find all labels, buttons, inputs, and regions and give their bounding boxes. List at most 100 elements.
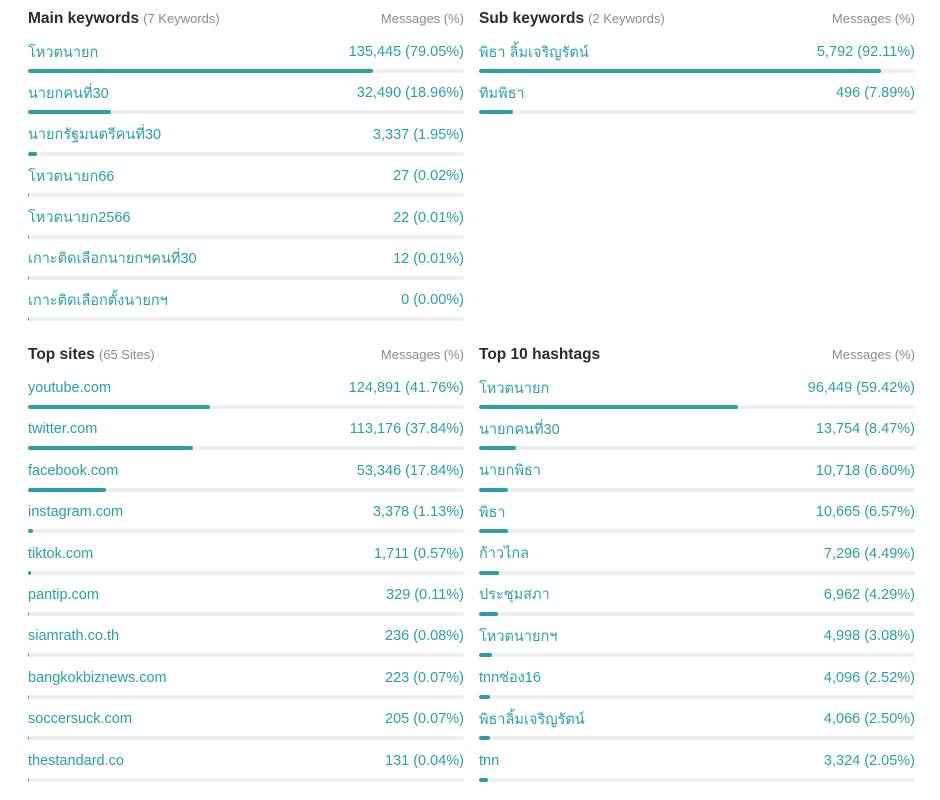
list-item[interactable]: พิธา ลิ้มเจริญรัตน์ 5,792 (92.11%): [479, 34, 915, 75]
hashtag-list: โหวตนายก 96,449 (59.42%) นายกคนที่30 13,754…: [479, 370, 915, 784]
progress-bar-track: [28, 487, 464, 492]
progress-bar-fill: [28, 405, 211, 409]
progress-bar-fill: [28, 317, 29, 322]
panel-count: (65 Sites): [98, 347, 155, 362]
item-value: 22 (0.01%): [393, 209, 464, 226]
list-item-header: นายกรัฐมนตรีคนที่30 3,337 (1.95%): [28, 117, 464, 149]
progress-bar-track: [28, 234, 464, 239]
list-item-header: โหวตนายกฯ 4,998 (3.08%): [479, 618, 915, 650]
panel-title: Top sites: [28, 346, 95, 363]
list-item[interactable]: instagram.com 3,378 (1.13%): [28, 494, 464, 535]
item-label-link[interactable]: พิธา ลิ้มเจริญรัตน์: [479, 41, 589, 64]
item-label-link[interactable]: โหวตนายก66: [28, 165, 114, 188]
item-label-link[interactable]: thestandard.co: [28, 753, 124, 769]
item-label-link[interactable]: พิธาลิ้มเจริญรัตน์: [479, 708, 585, 731]
item-value: 223 (0.07%): [385, 669, 464, 686]
item-label-link[interactable]: นายกรัฐมนตรีคนที่30: [28, 123, 161, 146]
item-label-link[interactable]: youtube.com: [28, 380, 111, 396]
list-item[interactable]: โหวตนายก 135,445 (79.05%): [28, 34, 464, 75]
list-item[interactable]: tnn 3,324 (2.05%): [479, 743, 915, 784]
item-label-link[interactable]: ก้าวไกล: [479, 542, 529, 565]
list-item[interactable]: นายกพิธา 10,718 (6.60%): [479, 453, 915, 494]
item-label-link[interactable]: ประชุมสภา: [479, 583, 550, 606]
list-item-header: soccersuck.com 205 (0.07%): [28, 701, 464, 733]
list-item[interactable]: facebook.com 53,346 (17.84%): [28, 453, 464, 494]
list-item[interactable]: เกาะติดเลือกตั้งนายกฯ 0 (0.00%): [28, 282, 464, 323]
progress-bar-fill: [28, 653, 29, 658]
progress-bar-track: [28, 736, 464, 741]
list-item-header: นายกคนที่30 32,490 (18.96%): [28, 75, 464, 107]
list-item[interactable]: พิธา 10,665 (6.57%): [479, 494, 915, 535]
list-item-header: siamrath.co.th 236 (0.08%): [28, 618, 464, 650]
list-item[interactable]: tiktok.com 1,711 (0.57%): [28, 536, 464, 577]
list-item[interactable]: เกาะติดเลือกนายกฯคนที่30 12 (0.01%): [28, 241, 464, 282]
progress-bar-fill: [28, 193, 29, 198]
list-item-header: tnn 3,324 (2.05%): [479, 743, 915, 775]
item-label-link[interactable]: โหวตนายก: [28, 41, 98, 64]
item-label-link[interactable]: นายกคนที่30: [28, 82, 109, 105]
list-item[interactable]: bangkokbiznews.com 223 (0.07%): [28, 660, 464, 701]
item-label-link[interactable]: tnn: [479, 753, 499, 769]
list-item[interactable]: โหวตนายก2566 22 (0.01%): [28, 200, 464, 241]
progress-bar-track: [479, 611, 915, 616]
list-item[interactable]: ประชุมสภา 6,962 (4.29%): [479, 577, 915, 618]
item-label-link[interactable]: bangkokbiznews.com: [28, 670, 167, 686]
item-label-link[interactable]: โหวตนายก: [479, 377, 549, 400]
list-item[interactable]: thestandard.co 131 (0.04%): [28, 743, 464, 784]
panel-heading: Top 10 hashtags: [479, 346, 604, 364]
list-item[interactable]: ทิมพิธา 496 (7.89%): [479, 75, 915, 116]
progress-bar-fill: [28, 446, 193, 451]
list-item[interactable]: twitter.com 113,176 (37.84%): [28, 411, 464, 452]
list-item[interactable]: tnnช่อง16 4,096 (2.52%): [479, 660, 915, 701]
item-value: 4,998 (3.08%): [823, 628, 915, 645]
item-value: 32,490 (18.96%): [356, 85, 464, 102]
item-value: 13,754 (8.47%): [815, 421, 915, 438]
list-item[interactable]: โหวตนายกฯ 4,998 (3.08%): [479, 618, 915, 659]
list-item[interactable]: pantip.com 329 (0.11%): [28, 577, 464, 618]
progress-bar-track: [28, 110, 464, 115]
list-item[interactable]: โหวตนายก66 27 (0.02%): [28, 158, 464, 199]
list-item[interactable]: youtube.com 124,891 (41.76%): [28, 370, 464, 411]
progress-bar-track: [28, 193, 464, 198]
item-label-link[interactable]: โหวตนายก2566: [28, 206, 131, 229]
list-item[interactable]: พิธาลิ้มเจริญรัตน์ 4,066 (2.50%): [479, 701, 915, 742]
list-item-header: thestandard.co 131 (0.04%): [28, 743, 464, 775]
list-item[interactable]: โหวตนายก 96,449 (59.42%): [479, 370, 915, 411]
item-label-link[interactable]: tiktok.com: [28, 546, 93, 562]
list-item[interactable]: นายกรัฐมนตรีคนที่30 3,337 (1.95%): [28, 117, 464, 158]
list-item-header: youtube.com 124,891 (41.76%): [28, 370, 464, 402]
item-value: 7,296 (4.49%): [823, 545, 915, 562]
item-label-link[interactable]: นายกคนที่30: [479, 418, 560, 441]
item-label-link[interactable]: โหวตนายกฯ: [479, 625, 557, 648]
list-item-header: โหวตนายก66 27 (0.02%): [28, 158, 464, 190]
list-item-header: นายกพิธา 10,718 (6.60%): [479, 453, 915, 485]
list-item[interactable]: นายกคนที่30 13,754 (8.47%): [479, 411, 915, 452]
item-label-link[interactable]: tnnช่อง16: [479, 666, 541, 689]
item-label-link[interactable]: ทิมพิธา: [479, 82, 525, 105]
progress-bar-fill: [479, 777, 488, 782]
item-label-link[interactable]: siamrath.co.th: [28, 628, 119, 644]
item-label-link[interactable]: เกาะติดเลือกตั้งนายกฯ: [28, 289, 168, 312]
list-item[interactable]: ก้าวไกล 7,296 (4.49%): [479, 536, 915, 577]
panel-heading: Main keywords (7 Keywords): [28, 10, 220, 28]
list-item[interactable]: นายกคนที่30 32,490 (18.96%): [28, 75, 464, 116]
item-value: 205 (0.07%): [385, 711, 464, 728]
progress-bar-fill: [479, 529, 508, 534]
item-value: 496 (7.89%): [836, 85, 915, 102]
progress-bar-track: [28, 570, 464, 575]
item-label-link[interactable]: soccersuck.com: [28, 711, 132, 727]
item-label-link[interactable]: facebook.com: [28, 463, 118, 479]
progress-bar-fill: [479, 405, 739, 409]
item-label-link[interactable]: twitter.com: [28, 421, 97, 437]
list-item-header: twitter.com 113,176 (37.84%): [28, 411, 464, 443]
item-label-link[interactable]: เกาะติดเลือกนายกฯคนที่30: [28, 247, 197, 270]
panel-heading: Sub keywords (2 Keywords): [479, 10, 665, 28]
list-item[interactable]: soccersuck.com 205 (0.07%): [28, 701, 464, 742]
list-item[interactable]: siamrath.co.th 236 (0.08%): [28, 618, 464, 659]
item-label-link[interactable]: นายกพิธา: [479, 459, 541, 482]
item-label-link[interactable]: pantip.com: [28, 587, 99, 603]
list-item-header: bangkokbiznews.com 223 (0.07%): [28, 660, 464, 692]
item-label-link[interactable]: พิธา: [479, 501, 506, 524]
item-label-link[interactable]: instagram.com: [28, 504, 123, 520]
progress-bar-track: [479, 694, 915, 699]
